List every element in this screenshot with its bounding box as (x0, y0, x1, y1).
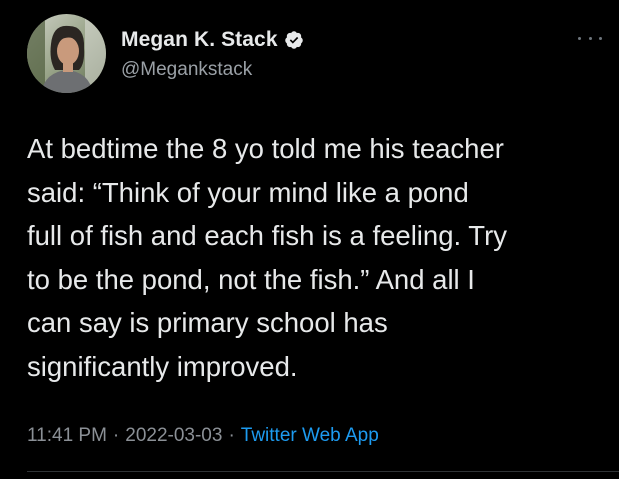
divider (27, 471, 619, 472)
author-display-name[interactable]: Megan K. Stack (121, 28, 278, 52)
more-dot (588, 36, 592, 40)
more-horizontal-icon[interactable] (578, 34, 602, 42)
tweet-date[interactable]: 2022-03-03 (125, 425, 222, 447)
verified-badge-icon (284, 30, 304, 50)
author-handle[interactable]: @Megankstack (121, 59, 252, 81)
tweet-source-link[interactable]: Twitter Web App (241, 425, 379, 447)
tweet-text-line: said: “Think of your mind like a pond (27, 176, 469, 208)
tweet-text-line: can say is primary school has (27, 307, 388, 339)
meta-separator: · (112, 425, 120, 446)
tweet-card: Megan K. Stack @Megankstack At bedtime t… (0, 0, 619, 479)
more-dot (578, 36, 581, 40)
tweet-text-line: full of fish and each fish is a feeling.… (27, 220, 507, 252)
meta-separator: · (228, 425, 235, 446)
tweet-time[interactable]: 11:41 PM (27, 425, 107, 447)
tweet-text: At bedtime the 8 yo told me his teacher … (27, 127, 612, 389)
avatar[interactable] (27, 14, 106, 93)
tweet-text-line: significantly improved. (27, 350, 298, 382)
tweet-metadata: 11:41 PM · 2022-03-03 · Twitter Web App (27, 425, 379, 447)
author-name-row[interactable]: Megan K. Stack (121, 27, 304, 53)
more-dot (599, 36, 602, 40)
tweet-text-line: At bedtime the 8 yo told me his teacher (27, 133, 504, 164)
tweet-text-line: to be the pond, not the fish.” And all I (27, 263, 475, 295)
avatar-photo (27, 14, 106, 93)
